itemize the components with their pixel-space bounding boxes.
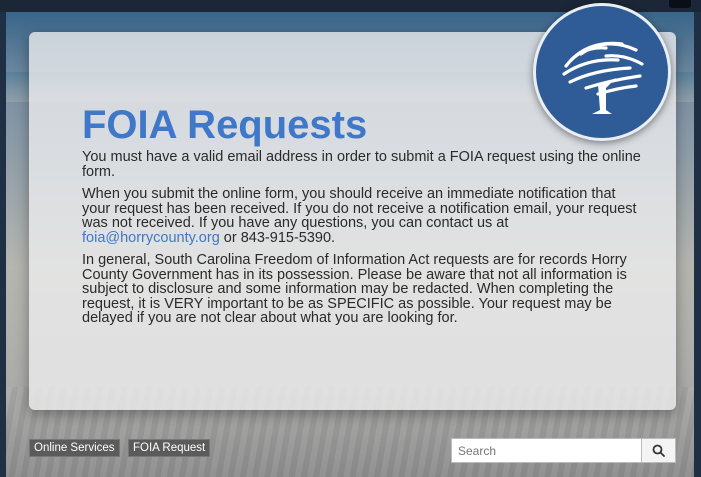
main-content: FOIA Requests You must have a valid emai… [82, 104, 642, 334]
contact-email-link[interactable]: foia@horrycounty.org [82, 230, 220, 246]
search-icon [652, 444, 665, 457]
notification-text: When you submit the online form, you sho… [82, 186, 637, 231]
contact-phone: 843-915-5390. [240, 229, 336, 246]
notification-paragraph: When you submit the online form, you sho… [82, 187, 642, 245]
breadcrumb-foia-request[interactable]: FOIA Request [128, 439, 211, 457]
breadcrumb: Online Services FOIA Request [29, 438, 214, 457]
search-input[interactable] [451, 438, 642, 463]
contact-or-text: or [223, 229, 237, 246]
intro-paragraph: You must have a valid email address in o… [82, 149, 641, 180]
county-logo[interactable] [533, 3, 671, 141]
search-button[interactable] [642, 438, 676, 463]
general-paragraph: In general, South Carolina Freedom of In… [82, 252, 627, 326]
menu-toggle[interactable] [669, 0, 691, 8]
search-bar [451, 438, 676, 463]
breadcrumb-online-services[interactable]: Online Services [29, 439, 120, 457]
tree-logo-icon [562, 41, 644, 114]
